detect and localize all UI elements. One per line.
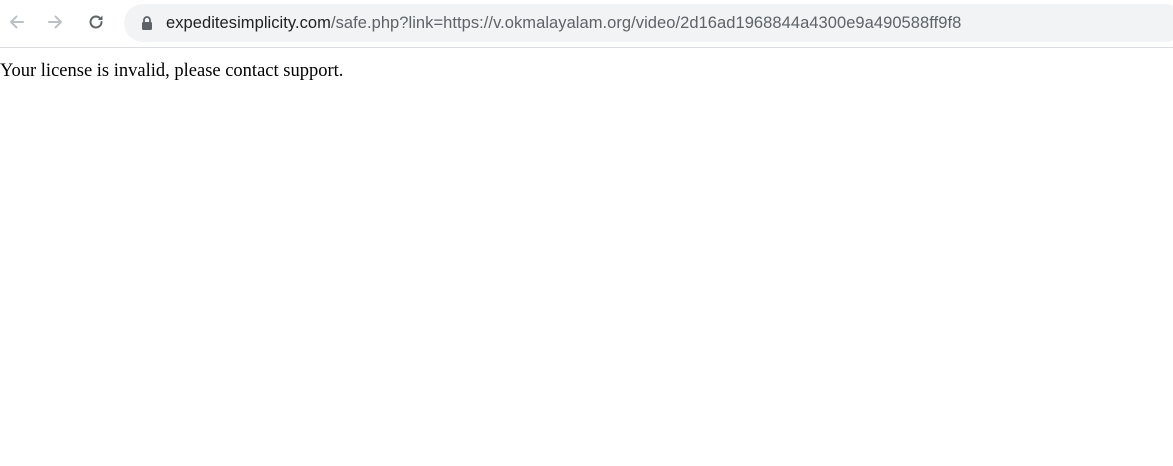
arrow-right-icon bbox=[48, 15, 62, 29]
address-bar[interactable]: expeditesimplicity.com/safe.php?link=htt… bbox=[124, 4, 1173, 42]
reload-button[interactable] bbox=[80, 6, 112, 38]
forward-button[interactable] bbox=[40, 6, 72, 38]
browser-toolbar: expeditesimplicity.com/safe.php?link=htt… bbox=[0, 0, 1173, 48]
reload-icon bbox=[89, 15, 103, 29]
error-message: Your license is invalid, please contact … bbox=[0, 61, 344, 81]
back-button[interactable] bbox=[0, 6, 32, 38]
lock-icon[interactable] bbox=[140, 15, 154, 31]
url-host: expeditesimplicity.com bbox=[166, 14, 331, 32]
url-path: /safe.php?link=https://v.okmalayalam.org… bbox=[330, 14, 962, 32]
url-text[interactable]: expeditesimplicity.com/safe.php?link=htt… bbox=[166, 13, 961, 33]
arrow-left-icon bbox=[10, 15, 24, 29]
